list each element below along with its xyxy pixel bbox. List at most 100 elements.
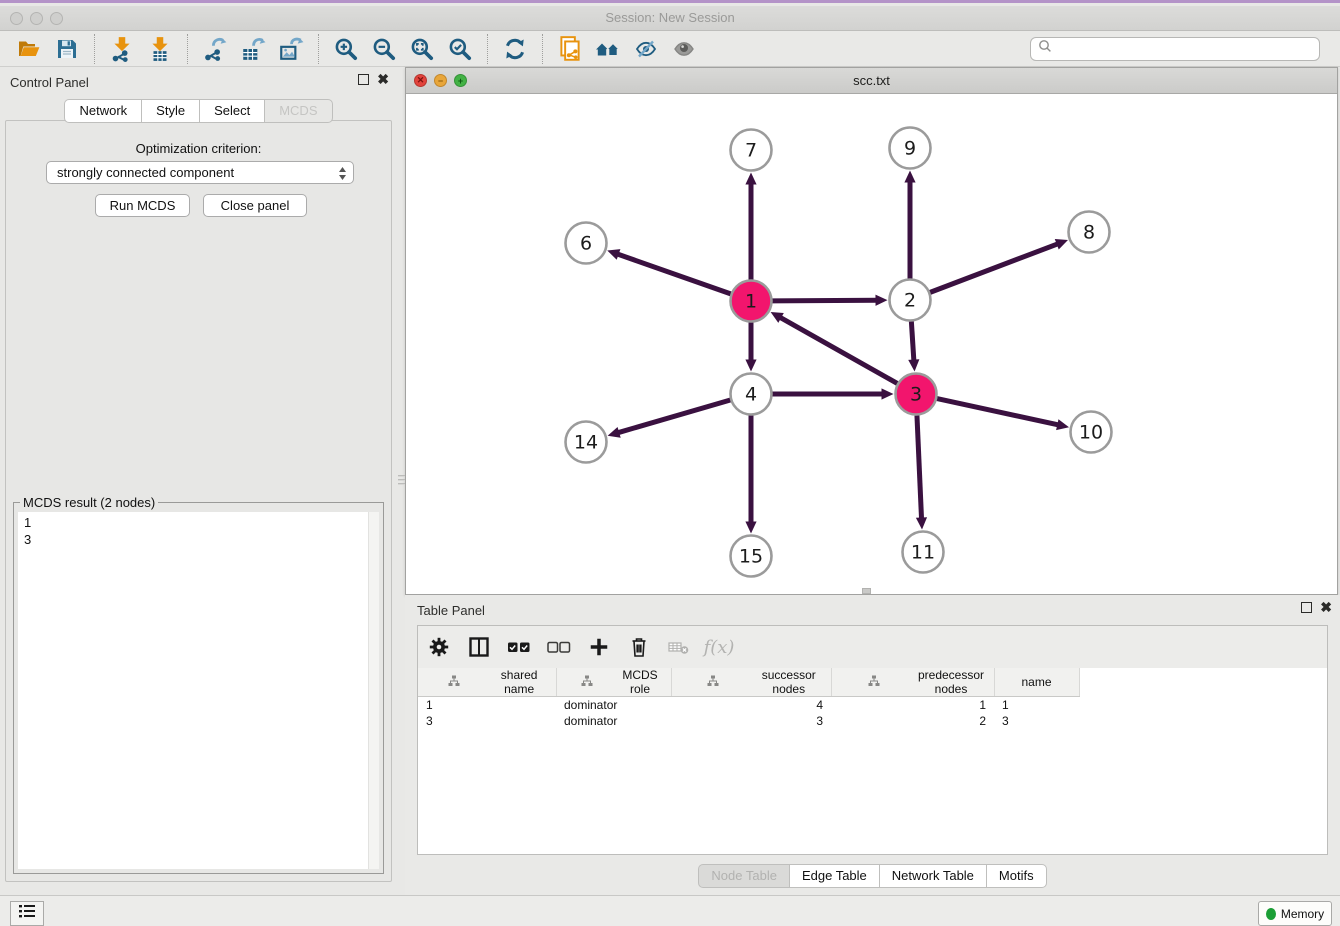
search-field[interactable] <box>1030 37 1320 61</box>
import-table-icon[interactable] <box>141 33 179 65</box>
graph-edge-1-6[interactable] <box>617 254 731 294</box>
select-all-icon[interactable] <box>506 634 532 660</box>
graph-node-label-4: 4 <box>745 384 757 406</box>
delete-row-icon[interactable] <box>626 634 652 660</box>
column-header-shared-name[interactable]: shared name <box>418 668 556 697</box>
close-panel-icon[interactable]: ✖ <box>377 74 389 85</box>
application-window: Session: New Session <box>0 0 1340 926</box>
table-panel-title: Table Panel <box>417 603 485 618</box>
main-toolbar <box>0 31 1340 67</box>
zoom-out-icon[interactable] <box>365 33 403 65</box>
horizontal-divider-grip[interactable] <box>862 588 871 594</box>
table-row[interactable]: 1dominator411 <box>418 697 1327 713</box>
export-table-icon[interactable] <box>234 33 272 65</box>
table-row[interactable]: 3dominator323 <box>418 713 1327 729</box>
graph-node-label-10: 10 <box>1079 422 1103 444</box>
table-cell[interactable]: dominator <box>556 713 671 729</box>
graph-edge-arrowhead <box>875 295 887 306</box>
column-header-successor-nodes[interactable]: successor nodes <box>671 668 831 697</box>
mcds-pane: Optimization criterion: strongly connect… <box>5 120 392 882</box>
mcds-result-scrollbar[interactable] <box>368 512 379 869</box>
graph-edge-2-8[interactable] <box>930 244 1059 293</box>
table-cell[interactable]: 1 <box>994 697 1079 713</box>
graph-node-label-9: 9 <box>904 138 916 160</box>
mcds-result-area[interactable]: 1 3 <box>18 512 379 869</box>
tab-style[interactable]: Style <box>141 99 199 123</box>
tab-edge-table[interactable]: Edge Table <box>789 864 879 888</box>
table-cell[interactable]: dominator <box>556 697 671 713</box>
zoom-selected-icon[interactable] <box>441 33 479 65</box>
close-panel-button[interactable]: Close panel <box>203 194 307 217</box>
tab-select[interactable]: Select <box>199 99 264 123</box>
hide-graphics-details-icon[interactable] <box>627 33 665 65</box>
float-panel-icon[interactable] <box>358 74 369 85</box>
graph-edge-arrowhead <box>608 427 621 438</box>
tab-mcds[interactable]: MCDS <box>264 99 332 123</box>
column-header-predecessor-nodes[interactable]: predecessor nodes <box>831 668 994 697</box>
graph-node-label-11: 11 <box>911 542 935 564</box>
tab-node-table[interactable]: Node Table <box>698 864 789 888</box>
graph-edge-arrowhead <box>916 517 927 529</box>
graph-edge-3-10[interactable] <box>937 399 1059 426</box>
network-window-titlebar: ✕ − + scc.txt <box>406 68 1337 94</box>
open-file-icon[interactable] <box>10 33 48 65</box>
task-history-button[interactable] <box>10 901 44 926</box>
table-cell[interactable]: 2 <box>831 713 994 729</box>
graph-edge-4-14[interactable] <box>617 400 730 433</box>
table-panel-header: Table Panel ✖ <box>405 595 1340 621</box>
search-input[interactable] <box>1053 40 1313 58</box>
float-panel-icon[interactable] <box>1301 602 1312 613</box>
network-graph[interactable]: 7968124314101511 <box>406 94 1337 594</box>
graph-edge-arrowhead <box>882 388 894 399</box>
close-panel-icon[interactable]: ✖ <box>1320 602 1332 613</box>
zoom-fit-icon[interactable] <box>403 33 441 65</box>
run-mcds-button[interactable]: Run MCDS <box>95 194 190 217</box>
settings-gear-icon[interactable] <box>426 634 452 660</box>
graph-edge-2-3[interactable] <box>911 321 914 361</box>
status-bar: Memory <box>0 895 1340 926</box>
search-icon <box>1037 38 1053 59</box>
graph-node-label-7: 7 <box>745 140 757 162</box>
home-layout-icon[interactable] <box>589 33 627 65</box>
toggle-columns-icon[interactable] <box>466 634 492 660</box>
import-network-icon[interactable] <box>103 33 141 65</box>
table-tabbar: Node TableEdge TableNetwork TableMotifs <box>405 864 1340 888</box>
graph-node-label-8: 8 <box>1083 222 1095 244</box>
node-table: shared nameMCDS rolesuccessor nodesprede… <box>418 668 1327 729</box>
graph-edge-arrowhead <box>745 522 756 534</box>
graph-edge-3-11[interactable] <box>917 415 922 519</box>
toolbar-separator <box>94 34 95 64</box>
graph-node-label-14: 14 <box>574 432 598 454</box>
app-title: Session: New Session <box>0 10 1340 25</box>
table-cell[interactable]: 4 <box>671 697 831 713</box>
tab-motifs[interactable]: Motifs <box>986 864 1047 888</box>
column-header-MCDS-role[interactable]: MCDS role <box>556 668 671 697</box>
add-column-icon[interactable] <box>586 634 612 660</box>
column-header-name[interactable]: name <box>994 668 1079 697</box>
network-canvas[interactable]: 7968124314101511 <box>406 94 1337 594</box>
deselect-all-icon[interactable] <box>546 634 572 660</box>
table-cell[interactable]: 3 <box>671 713 831 729</box>
optimization-criterion-select[interactable]: strongly connected component <box>46 161 354 184</box>
panel-divider-grip[interactable] <box>398 469 405 491</box>
save-session-icon[interactable] <box>48 33 86 65</box>
app-titlebar: Session: New Session <box>0 6 1340 31</box>
table-cell[interactable]: 1 <box>831 697 994 713</box>
tab-network[interactable]: Network <box>64 99 141 123</box>
export-image-icon[interactable] <box>272 33 310 65</box>
copy-network-icon[interactable] <box>551 33 589 65</box>
memory-button[interactable]: Memory <box>1258 901 1332 926</box>
graph-edge-1-2[interactable] <box>772 300 877 301</box>
show-graphics-details-icon[interactable] <box>665 33 703 65</box>
refresh-icon[interactable] <box>496 33 534 65</box>
table-cell[interactable]: 3 <box>418 713 556 729</box>
table-cell[interactable]: 3 <box>994 713 1079 729</box>
table-cell[interactable]: 1 <box>418 697 556 713</box>
toolbar-separator <box>542 34 543 64</box>
tab-network-table[interactable]: Network Table <box>879 864 986 888</box>
export-network-icon[interactable] <box>196 33 234 65</box>
zoom-in-icon[interactable] <box>327 33 365 65</box>
graph-edge-arrowhead <box>908 359 919 371</box>
column-tree-icon <box>836 675 913 690</box>
graph-edge-3-1[interactable] <box>779 317 897 383</box>
